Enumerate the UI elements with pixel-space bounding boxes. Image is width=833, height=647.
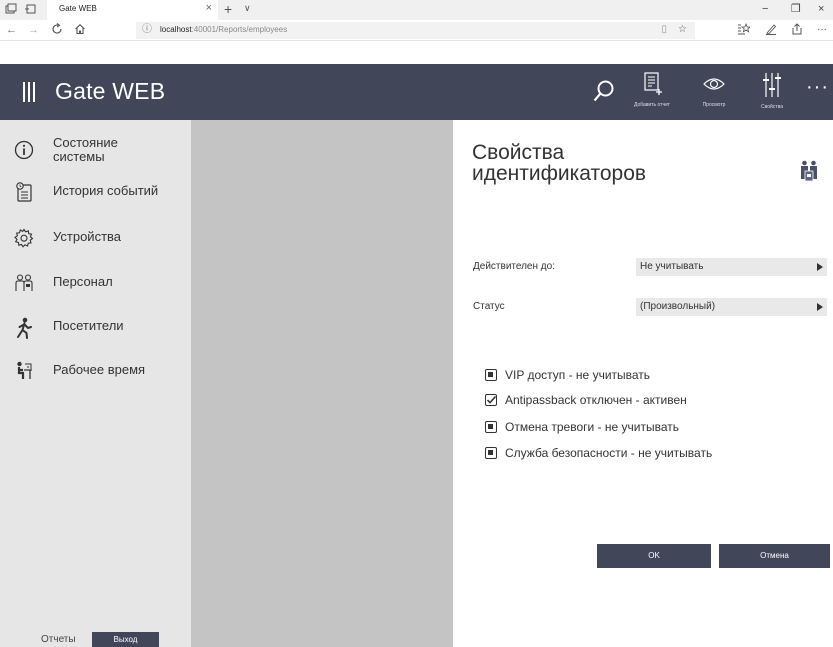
more-options-icon[interactable]: ···	[806, 76, 829, 99]
browser-nav-bar: ← → ⓘ localhost:40001/Reports/employees …	[0, 20, 833, 41]
status-label: Статус	[473, 301, 505, 312]
sidebar-item-label: Персонал	[53, 274, 113, 289]
app-header: Gate WEB Добавить отчет Просмотр Свойств…	[0, 64, 833, 120]
status-value: (Произвольный)	[640, 301, 716, 312]
play-arrow-icon	[817, 303, 823, 311]
valid-until-label: Действителен до:	[473, 261, 555, 272]
url-path: :40001/Reports/employees	[191, 25, 288, 34]
valid-until-value: Не учитывать	[640, 261, 704, 272]
address-bar[interactable]: ⓘ localhost:40001/Reports/employees ▯ ☆	[136, 22, 695, 39]
sidebar-item-label: Рабочее время	[53, 362, 146, 377]
eye-icon	[703, 78, 725, 90]
properties-panel: Свойства идентификаторов Действителен до…	[453, 120, 833, 647]
sidebar-item-work-time[interactable]: Рабочее время	[0, 355, 191, 387]
favorites-list-icon[interactable]	[737, 22, 752, 40]
valid-until-select[interactable]: Не учитывать	[636, 258, 827, 276]
preview-label: Просмотр	[702, 102, 726, 108]
status-select[interactable]: (Произвольный)	[636, 298, 827, 316]
id-badge-people-icon	[799, 159, 819, 185]
new-tab-button[interactable]: +	[224, 1, 232, 17]
tab-actions-icon[interactable]	[4, 3, 18, 17]
url-host: localhost	[160, 25, 192, 34]
checkbox-label: Antipassback отключен - активен	[505, 393, 687, 407]
more-browser-icon[interactable]: ···	[817, 23, 827, 37]
tab-list-chevron-icon[interactable]: ∨	[244, 3, 251, 14]
menu-toggle-icon[interactable]	[23, 82, 37, 102]
gear-icon	[14, 228, 34, 248]
browser-tab-bar: Gate WEB × + ∨ − ❐ ×	[0, 0, 833, 20]
sidebar-item-visitors[interactable]: Посетители	[0, 311, 191, 343]
sliders-icon	[763, 73, 781, 97]
preview-button[interactable]: Просмотр	[689, 72, 739, 114]
walking-person-icon	[14, 317, 34, 339]
sidebar-item-label: Устройства	[53, 229, 122, 244]
indeterminate-checkbox-icon	[485, 369, 497, 381]
favorite-star-icon[interactable]: ☆	[678, 23, 687, 37]
search-icon[interactable]	[593, 79, 615, 103]
checkbox-label: Служба безопасности - не учитывать	[505, 446, 713, 460]
pen-notes-icon[interactable]	[765, 23, 778, 40]
checked-checkbox-icon	[485, 394, 497, 406]
address-url: localhost:40001/Reports/employees	[160, 25, 287, 34]
sidebar-item-event-history[interactable]: История событий	[0, 176, 191, 208]
indeterminate-checkbox-icon	[485, 421, 497, 433]
indeterminate-checkbox-icon	[485, 447, 497, 459]
person-at-desk-icon	[14, 361, 34, 381]
app-title: Gate WEB	[55, 78, 166, 104]
close-window-button[interactable]: ×	[818, 2, 824, 16]
ok-button[interactable]: OK	[597, 544, 711, 568]
sidebar-item-label: История событий	[53, 183, 159, 198]
reading-view-icon[interactable]: ▯	[661, 23, 667, 37]
add-report-label: Добавить отчет	[634, 102, 670, 108]
sidebar-item-label: Посетители	[53, 318, 124, 333]
add-report-icon	[644, 72, 662, 95]
checkbox-label: VIP доступ - не учитывать	[505, 368, 651, 382]
exit-button[interactable]: Выход	[92, 632, 159, 647]
forward-arrow-icon[interactable]: →	[28, 23, 39, 37]
home-icon[interactable]	[74, 23, 86, 39]
checkbox-label: Отмена тревоги - не учитывать	[505, 420, 679, 434]
sidebar-item-personnel[interactable]: Персонал	[0, 267, 191, 299]
properties-button[interactable]: Свойства	[747, 72, 797, 114]
sidebar-item-devices[interactable]: Устройства	[0, 222, 191, 254]
refresh-icon[interactable]	[51, 23, 63, 39]
properties-label: Свойства	[761, 104, 783, 110]
minimize-button[interactable]: −	[762, 2, 768, 16]
share-icon[interactable]	[791, 23, 803, 40]
panel-title: Свойства идентификаторов	[472, 141, 647, 185]
back-arrow-icon[interactable]: ←	[6, 23, 17, 37]
browser-tab-title: Gate WEB	[59, 4, 97, 13]
reports-link[interactable]: Отчеты	[41, 634, 76, 645]
cancel-button[interactable]: Отмена	[719, 544, 830, 568]
browser-tab[interactable]: Gate WEB ×	[47, 0, 218, 20]
site-info-icon[interactable]: ⓘ	[142, 23, 152, 37]
sidebar-item-system-state[interactable]: Состояние системы	[0, 134, 191, 166]
sidebar-item-label: Состояние системы	[53, 135, 118, 164]
back-tabs-icon[interactable]	[23, 3, 37, 17]
maximize-button[interactable]: ❐	[791, 2, 801, 16]
content-area	[191, 120, 453, 647]
info-circle-icon	[14, 140, 34, 160]
personnel-icon	[14, 273, 34, 293]
history-clipboard-icon	[14, 182, 34, 202]
add-report-button[interactable]: Добавить отчет	[627, 72, 677, 114]
play-arrow-icon	[817, 263, 823, 271]
close-tab-icon[interactable]: ×	[206, 2, 212, 14]
sidebar: Состояние системы История событий Устрой…	[0, 120, 191, 647]
